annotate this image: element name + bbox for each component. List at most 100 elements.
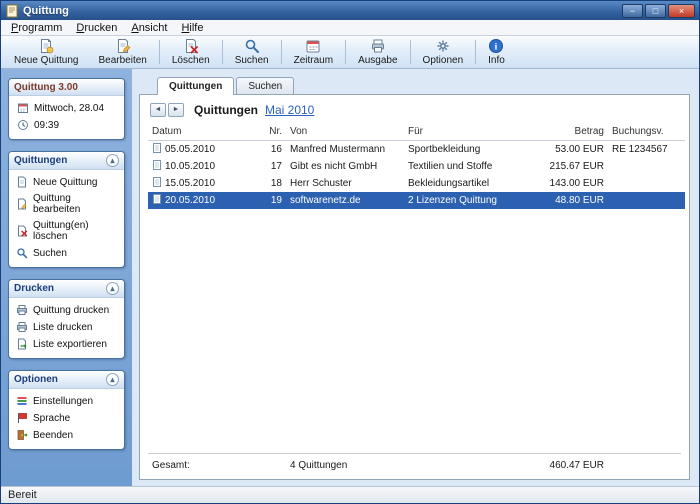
- cell-nr: 19: [248, 192, 286, 209]
- settings-icon: [15, 395, 28, 407]
- cell-datum: 05.05.2010: [165, 144, 215, 155]
- info-button[interactable]: i Info: [478, 37, 515, 67]
- col-nr[interactable]: Nr.: [248, 124, 286, 141]
- sidebar-item-label: Suchen: [33, 248, 67, 259]
- receipts-panel: Quittungen ▴ Neue Quittung Quittung bear…: [8, 151, 125, 268]
- sidebar-item-liste-drucken[interactable]: Liste drucken: [11, 319, 122, 336]
- menu-ansicht[interactable]: Ansicht: [124, 21, 174, 35]
- footer-total: 460.47 EUR: [526, 458, 608, 473]
- period-link[interactable]: Mai 2010: [265, 103, 314, 117]
- maximize-button[interactable]: □: [645, 4, 666, 18]
- col-fuer[interactable]: Für: [404, 124, 526, 141]
- toolbar-label: Suchen: [235, 55, 269, 66]
- search-icon: [15, 247, 28, 259]
- minimize-button[interactable]: −: [622, 4, 643, 18]
- receipt-icon: [152, 194, 162, 207]
- sidebar-item-beenden[interactable]: Beenden: [11, 427, 122, 444]
- toolbar-label: Optionen: [423, 55, 464, 66]
- toolbar-label: Neue Quittung: [14, 55, 79, 66]
- table-row[interactable]: 10.05.2010 17 Gibt es nicht GmbH Textili…: [148, 158, 685, 175]
- page-title: Quittungen: [194, 103, 258, 117]
- table-row[interactable]: 15.05.2010 18 Herr Schuster Bekleidungsa…: [148, 175, 685, 192]
- collapse-button[interactable]: ▴: [106, 282, 119, 295]
- sidebar-item-quittung-bearbeiten[interactable]: Quittung bearbeiten: [11, 191, 122, 218]
- menu-hilfe[interactable]: Hilfe: [174, 21, 210, 35]
- options-button[interactable]: Optionen: [413, 37, 474, 67]
- titlebar[interactable]: Quittung − □ ×: [1, 1, 699, 20]
- cell-betrag: 215.67 EUR: [526, 158, 608, 175]
- delete-button[interactable]: Löschen: [162, 37, 220, 67]
- tab-bar: Quittungen Suchen: [139, 77, 690, 95]
- sidebar-item-liste-exportieren[interactable]: Liste exportieren: [11, 336, 122, 353]
- period-button[interactable]: Zeitraum: [284, 37, 343, 67]
- prev-month-button[interactable]: ◄: [150, 103, 166, 117]
- collapse-button[interactable]: ▴: [106, 154, 119, 167]
- content-panel: ◄ ► Quittungen Mai 2010 Datum Nr.: [139, 94, 690, 480]
- table-row-selected[interactable]: 20.05.2010 19 softwarenetz.de 2 Lizenzen…: [148, 192, 685, 209]
- col-von[interactable]: Von: [286, 124, 404, 141]
- table-row[interactable]: 05.05.2010 16 Manfred Mustermann Sportbe…: [148, 141, 685, 159]
- language-icon: [15, 412, 28, 424]
- col-betrag[interactable]: Betrag: [526, 124, 608, 141]
- cell-betrag: 53.00 EUR: [526, 141, 608, 159]
- cell-datum: 10.05.2010: [165, 161, 215, 172]
- tab-suchen[interactable]: Suchen: [236, 77, 294, 95]
- sidebar-item-label: Einstellungen: [33, 396, 93, 407]
- col-datum[interactable]: Datum: [148, 124, 248, 141]
- version-panel: Quittung 3.00 Mittwoch, 28.04 09:39: [8, 78, 125, 140]
- cell-von: Herr Schuster: [286, 175, 404, 192]
- printer-icon: [15, 321, 28, 333]
- cell-von: Gibt es nicht GmbH: [286, 158, 404, 175]
- sidebar-item-suchen[interactable]: Suchen: [11, 245, 122, 262]
- svg-text:i: i: [495, 42, 498, 52]
- edit-button[interactable]: Bearbeiten: [89, 37, 157, 67]
- menu-programm[interactable]: Programm: [4, 21, 69, 35]
- main-area: Quittungen Suchen ◄ ► Quittungen Mai 201…: [132, 69, 699, 486]
- search-button[interactable]: Suchen: [225, 37, 279, 67]
- toolbar-label: Bearbeiten: [99, 55, 147, 66]
- toolbar: Neue Quittung Bearbeiten Löschen Suchen …: [1, 36, 699, 69]
- statusbar: Bereit: [1, 486, 699, 503]
- sidebar-item-quittung-drucken[interactable]: Quittung drucken: [11, 302, 122, 319]
- new-receipt-button[interactable]: Neue Quittung: [4, 37, 89, 67]
- footer-label: Gesamt:: [148, 458, 248, 473]
- sidebar-item-label: Beenden: [33, 430, 73, 441]
- app-icon: [5, 4, 19, 18]
- receipt-icon: [15, 176, 28, 188]
- collapse-button[interactable]: ▴: [106, 373, 119, 386]
- current-time: 09:39: [11, 117, 122, 134]
- cell-buchungsv: [608, 158, 685, 175]
- footer-count: 4 Quittungen: [286, 458, 404, 473]
- output-button[interactable]: Ausgabe: [348, 37, 407, 67]
- receipt-icon: [152, 160, 162, 173]
- col-buchungsv[interactable]: Buchungsv.: [608, 124, 685, 141]
- cell-buchungsv: [608, 175, 685, 192]
- tab-quittungen[interactable]: Quittungen: [157, 77, 234, 95]
- sidebar-item-sprache[interactable]: Sprache: [11, 410, 122, 427]
- receipt-icon: [152, 177, 162, 190]
- receipt-icon: [152, 143, 162, 156]
- sidebar-item-quittung-loeschen[interactable]: Quittung(en) löschen: [11, 218, 122, 245]
- section-title: Optionen: [14, 374, 58, 385]
- menu-drucken[interactable]: Drucken: [69, 21, 124, 35]
- section-title: Drucken: [14, 283, 54, 294]
- table-header-row: Datum Nr. Von Für Betrag Buchungsv.: [148, 124, 685, 141]
- toolbar-label: Zeitraum: [294, 55, 333, 66]
- close-button[interactable]: ×: [668, 4, 695, 18]
- toolbar-label: Ausgabe: [358, 55, 397, 66]
- edit-icon: [115, 38, 131, 54]
- print-panel-header: Drucken ▴: [9, 280, 124, 298]
- toolbar-label: Info: [488, 55, 505, 66]
- app-window: Quittung − □ × Programm Drucken Ansicht …: [0, 0, 700, 504]
- toolbar-label: Löschen: [172, 55, 210, 66]
- cell-nr: 16: [248, 141, 286, 159]
- table-footer: Gesamt: 4 Quittungen 460.47 EUR: [148, 453, 681, 479]
- status-text: Bereit: [8, 489, 37, 501]
- sidebar-item-einstellungen[interactable]: Einstellungen: [11, 393, 122, 410]
- print-panel: Drucken ▴ Quittung drucken Liste drucken…: [8, 279, 125, 359]
- next-month-button[interactable]: ►: [168, 103, 184, 117]
- sidebar-item-label: Quittung drucken: [33, 305, 109, 316]
- cell-fuer: Textilien und Stoffe: [404, 158, 526, 175]
- cell-von: softwarenetz.de: [286, 192, 404, 209]
- sidebar-item-neue-quittung[interactable]: Neue Quittung: [11, 174, 122, 191]
